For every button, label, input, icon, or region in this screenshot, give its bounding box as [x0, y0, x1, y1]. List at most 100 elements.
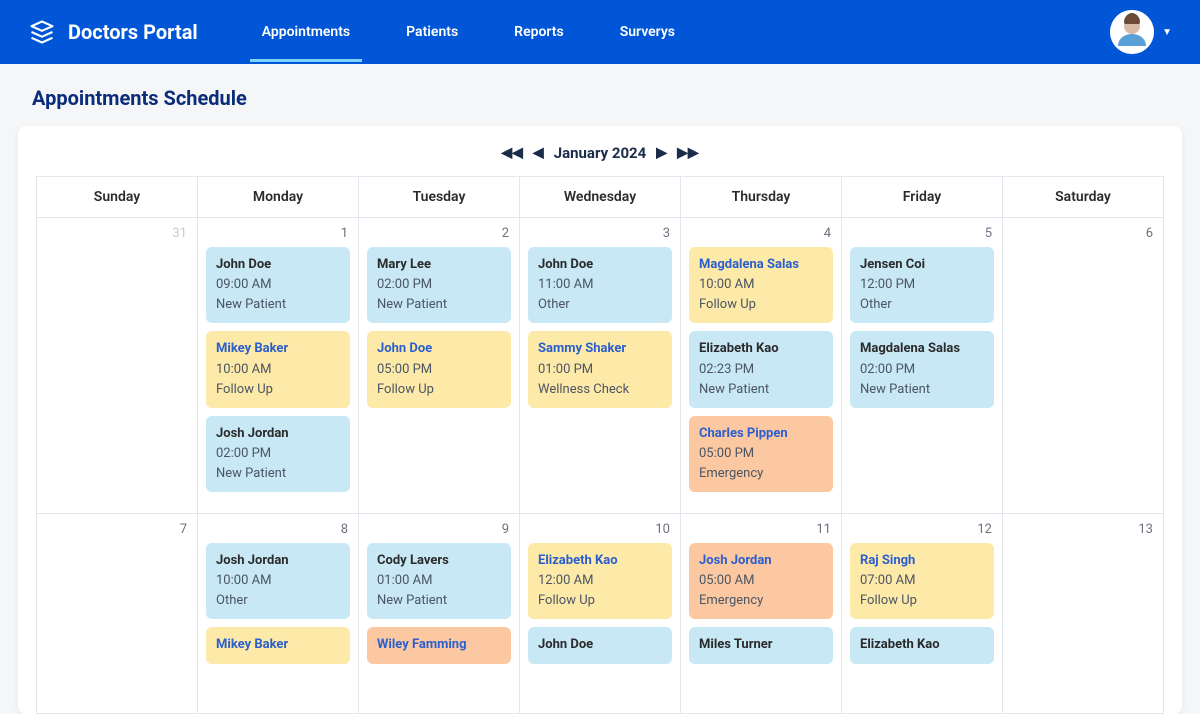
appointment-card[interactable]: Mikey Baker: [206, 627, 350, 663]
user-menu[interactable]: ▼: [1110, 10, 1172, 54]
appointment-card[interactable]: John Doe09:00 AMNew Patient: [206, 247, 350, 323]
day-number: 4: [689, 226, 833, 247]
appointment-time: 05:00 PM: [377, 360, 501, 380]
appointment-patient-name: Mikey Baker: [216, 635, 340, 655]
day-cell[interactable]: 1John Doe09:00 AMNew Patient Mikey Baker1…: [198, 218, 359, 514]
appointment-card[interactable]: Elizabeth Kao12:00 AMFollow Up: [528, 543, 672, 619]
appointment-patient-name: John Doe: [216, 255, 340, 275]
nav-appointments[interactable]: Appointments: [258, 2, 354, 62]
appointment-reason: Other: [216, 591, 340, 611]
appointment-card[interactable]: Jensen Coi12:00 PMOther: [850, 247, 994, 323]
chevron-down-icon: ▼: [1162, 27, 1172, 38]
appointment-card[interactable]: John Doe: [528, 627, 672, 663]
appointment-card[interactable]: Josh Jordan05:00 AMEmergency: [689, 543, 833, 619]
day-number: 9: [367, 522, 511, 543]
appointment-patient-name: Jensen Coi: [860, 255, 984, 275]
appointment-card[interactable]: Mary Lee02:00 PMNew Patient: [367, 247, 511, 323]
next-year-button[interactable]: ▶▶: [677, 146, 699, 160]
month-nav: ◀◀ ◀ January 2024 ▶ ▶▶: [18, 144, 1182, 176]
day-cell[interactable]: 12Raj Singh07:00 AMFollow UpElizabeth Ka…: [842, 514, 1003, 714]
day-number: 7: [45, 522, 189, 543]
appointment-card[interactable]: Magdalena Salas10:00 AMFollow Up: [689, 247, 833, 323]
day-cell[interactable]: 13: [1003, 514, 1164, 714]
day-cell[interactable]: 11Josh Jordan05:00 AMEmergencyMiles Turn…: [681, 514, 842, 714]
appointment-reason: Wellness Check: [538, 380, 662, 400]
appointment-patient-name: Raj Singh: [860, 551, 984, 571]
appointment-card[interactable]: John Doe05:00 PMFollow Up: [367, 331, 511, 407]
day-number: 2: [367, 226, 511, 247]
appointment-reason: New Patient: [377, 591, 501, 611]
appointment-card[interactable]: Elizabeth Kao: [850, 627, 994, 663]
appointment-reason: New Patient: [699, 380, 823, 400]
appointment-time: 07:00 AM: [860, 571, 984, 591]
appointment-patient-name: Sammy Shaker: [538, 339, 662, 359]
appointment-reason: Follow Up: [699, 295, 823, 315]
appointment-patient-name: Josh Jordan: [216, 424, 340, 444]
appointment-time: 10:00 AM: [699, 275, 823, 295]
day-number: 31: [45, 226, 189, 247]
appointment-reason: Emergency: [699, 591, 823, 611]
day-number: 1: [206, 226, 350, 247]
appointment-patient-name: Mikey Baker: [216, 339, 340, 359]
weekday-header: Tuesday: [359, 177, 520, 218]
day-cell[interactable]: 8Josh Jordan10:00 AMOtherMikey Baker: [198, 514, 359, 714]
appointment-patient-name: Cody Lavers: [377, 551, 501, 571]
appointment-card[interactable]: Josh Jordan02:00 PMNew Patient: [206, 416, 350, 492]
appointment-time: 05:00 PM: [699, 444, 823, 464]
appointment-card[interactable]: Magdalena Salas02:00 PMNew Patient: [850, 331, 994, 407]
appointment-time: 02:00 PM: [860, 360, 984, 380]
appointment-time: 09:00 AM: [216, 275, 340, 295]
appointment-reason: Follow Up: [860, 591, 984, 611]
appointment-time: 02:00 PM: [377, 275, 501, 295]
day-cell[interactable]: 9Cody Lavers01:00 AMNew PatientWiley Fam…: [359, 514, 520, 714]
appointment-card[interactable]: Wiley Famming: [367, 627, 511, 663]
appointment-reason: Follow Up: [538, 591, 662, 611]
appointment-patient-name: Magdalena Salas: [699, 255, 823, 275]
day-number: 3: [528, 226, 672, 247]
day-number: 13: [1011, 522, 1155, 543]
day-cell[interactable]: 3John Doe11:00 AMOther Sammy Shaker01:00 …: [520, 218, 681, 514]
appointment-card[interactable]: Elizabeth Kao02:23 PMNew Patient: [689, 331, 833, 407]
day-cell[interactable]: 6: [1003, 218, 1164, 514]
appointment-time: 10:00 AM: [216, 360, 340, 380]
day-cell[interactable]: 2Mary Lee02:00 PMNew Patient John Doe05:0…: [359, 218, 520, 514]
brand-title: Doctors Portal: [68, 20, 198, 44]
appointment-card[interactable]: John Doe11:00 AMOther: [528, 247, 672, 323]
day-cell[interactable]: 7: [37, 514, 198, 714]
appointment-card[interactable]: Sammy Shaker01:00 PMWellness Check: [528, 331, 672, 407]
day-cell[interactable]: 10Elizabeth Kao12:00 AMFollow Up John Doe: [520, 514, 681, 714]
appointment-patient-name: Elizabeth Kao: [538, 551, 662, 571]
calendar-table: Sunday Monday Tuesday Wednesday Thursday…: [36, 176, 1164, 714]
appointment-reason: Other: [860, 295, 984, 315]
appointment-time: 01:00 AM: [377, 571, 501, 591]
day-number: 10: [528, 522, 672, 543]
appointment-card[interactable]: Mikey Baker10:00 AMFollow Up: [206, 331, 350, 407]
next-month-button[interactable]: ▶: [656, 146, 667, 160]
appointment-card[interactable]: Miles Turner: [689, 627, 833, 663]
appointment-card[interactable]: Cody Lavers01:00 AMNew Patient: [367, 543, 511, 619]
appointment-time: 11:00 AM: [538, 275, 662, 295]
day-cell[interactable]: 4Magdalena Salas10:00 AMFollow UpElizabe…: [681, 218, 842, 514]
nav-reports[interactable]: Reports: [510, 2, 568, 62]
day-cell[interactable]: 5Jensen Coi12:00 PMOtherMagdalena Salas0…: [842, 218, 1003, 514]
appointment-patient-name: Miles Turner: [699, 635, 823, 655]
appointment-card[interactable]: Josh Jordan10:00 AMOther: [206, 543, 350, 619]
appointment-card[interactable]: Charles Pippen05:00 PMEmergency: [689, 416, 833, 492]
month-label: January 2024: [554, 144, 647, 162]
appointment-reason: Follow Up: [216, 380, 340, 400]
appointment-time: 02:00 PM: [216, 444, 340, 464]
appointment-patient-name: John Doe: [538, 635, 662, 655]
logo-group: Doctors Portal: [28, 18, 198, 46]
day-number: 6: [1011, 226, 1155, 247]
day-cell[interactable]: 31: [37, 218, 198, 514]
appointment-card[interactable]: Raj Singh07:00 AMFollow Up: [850, 543, 994, 619]
nav-surveys[interactable]: Surverys: [616, 2, 679, 62]
prev-year-button[interactable]: ◀◀: [501, 146, 523, 160]
prev-month-button[interactable]: ◀: [533, 146, 544, 160]
appointment-reason: New Patient: [860, 380, 984, 400]
appointment-reason: Follow Up: [377, 380, 501, 400]
nav-patients[interactable]: Patients: [402, 2, 462, 62]
weekday-header: Wednesday: [520, 177, 681, 218]
appointment-reason: Emergency: [699, 464, 823, 484]
weekday-header: Monday: [198, 177, 359, 218]
